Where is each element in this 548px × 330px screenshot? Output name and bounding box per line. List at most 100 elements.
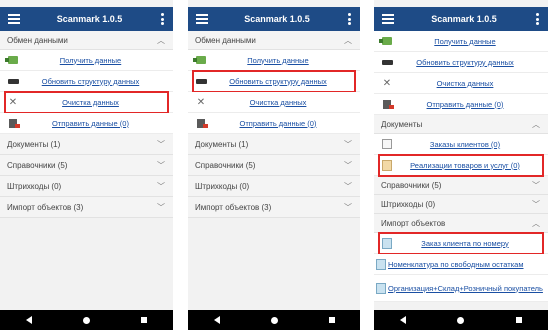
home-icon[interactable] <box>82 316 90 324</box>
more-options-icon[interactable] <box>346 12 352 27</box>
more-options-icon[interactable] <box>159 12 165 27</box>
section-import[interactable]: Импорт объектов ︿ <box>374 214 548 233</box>
home-icon[interactable] <box>457 316 465 324</box>
update-structure-item[interactable]: Обновить структуру данных <box>188 70 360 93</box>
section-title: Справочники (5) <box>7 160 68 170</box>
app-title: Scanmark 1.0.5 <box>431 14 497 24</box>
clear-data-item[interactable]: ✕ Очистка данных <box>0 91 173 114</box>
nomenclature-item[interactable]: Номенклатура по свободным остаткам <box>374 254 548 275</box>
send-data-link[interactable]: Отправить данные (0) <box>400 100 548 109</box>
system-nav-bar <box>188 310 360 330</box>
upload-icon <box>188 118 214 128</box>
app-title: Scanmark 1.0.5 <box>244 14 310 24</box>
get-data-link[interactable]: Получить данные <box>400 37 548 46</box>
section-exchange[interactable]: Обмен данными ︿ <box>0 31 173 50</box>
section-title: Справочники (5) <box>381 180 442 190</box>
update-structure-link[interactable]: Обновить структуру данных <box>26 77 173 86</box>
update-structure-link[interactable]: Обновить структуру данных <box>400 58 548 67</box>
section-references[interactable]: Справочники (5) ﹀ <box>188 155 360 176</box>
chevron-down-icon: ﹀ <box>344 202 352 212</box>
close-icon: ✕ <box>8 96 18 108</box>
chevron-down-icon: ﹀ <box>157 181 165 191</box>
section-import[interactable]: Импорт объектов (3) ﹀ <box>188 197 360 218</box>
system-nav-bar <box>0 310 173 330</box>
back-icon[interactable] <box>399 316 406 324</box>
main-content: Обмен данными ︿ Получить данные Обновить… <box>188 31 360 310</box>
clear-data-item[interactable]: ✕ Очистка данных <box>188 92 360 113</box>
upload-icon <box>374 99 400 109</box>
section-title: Обмен данными <box>7 35 68 45</box>
sales-item[interactable]: Реализации товаров и услуг (0) <box>374 154 548 177</box>
chevron-up-icon: ︿ <box>532 218 540 228</box>
close-icon: ✕ <box>382 77 392 89</box>
send-data-item[interactable]: Отправить данные (0) <box>188 113 360 134</box>
menu-icon[interactable] <box>382 12 394 27</box>
organization-link[interactable]: Организация+Склад+Розничный покупатель <box>388 284 548 293</box>
recent-apps-icon[interactable] <box>141 317 148 323</box>
send-data-link[interactable]: Отправить данные (0) <box>26 119 173 128</box>
back-icon[interactable] <box>213 316 220 324</box>
clear-data-item[interactable]: ✕ Очистка данных <box>374 73 548 94</box>
section-barcodes[interactable]: Штрихкоды (0) ﹀ <box>0 176 173 197</box>
phone-screen-3: Scanmark 1.0.5 Получить данные Обновить … <box>374 0 548 330</box>
customer-orders-link[interactable]: Заказы клиентов (0) <box>400 140 548 149</box>
section-barcodes[interactable]: Штрихкоды (0) ﹀ <box>188 176 360 197</box>
home-icon[interactable] <box>270 316 278 324</box>
section-documents[interactable]: Документы (1) ﹀ <box>0 134 173 155</box>
section-import[interactable]: Импорт объектов (3) ﹀ <box>0 197 173 218</box>
menu-icon[interactable] <box>8 12 20 27</box>
clear-data-link[interactable]: Очистка данных <box>400 79 548 88</box>
order-by-number-item[interactable]: Заказ клиента по номеру <box>374 232 548 255</box>
section-documents[interactable]: Документы (1) ﹀ <box>188 134 360 155</box>
section-title: Обмен данными <box>195 35 256 45</box>
chevron-down-icon: ﹀ <box>532 199 540 209</box>
section-documents[interactable]: Документы ︿ <box>374 115 548 134</box>
update-structure-link[interactable]: Обновить структуру данных <box>214 77 360 86</box>
app-bar: Scanmark 1.0.5 <box>0 7 173 31</box>
get-data-link[interactable]: Получить данные <box>26 56 173 65</box>
section-barcodes[interactable]: Штрихкоды (0) ﹀ <box>374 195 548 214</box>
recent-apps-icon[interactable] <box>328 317 335 323</box>
nomenclature-link[interactable]: Номенклатура по свободным остаткам <box>388 260 548 269</box>
order-by-number-link[interactable]: Заказ клиента по номеру <box>400 239 548 248</box>
chevron-up-icon: ︿ <box>532 119 540 129</box>
chevron-down-icon: ﹀ <box>157 160 165 170</box>
update-structure-item[interactable]: Обновить структуру данных <box>374 52 548 73</box>
organization-item[interactable]: Организация+Склад+Розничный покупатель <box>374 275 548 302</box>
chevron-down-icon: ﹀ <box>344 139 352 149</box>
clear-data-link[interactable]: Очистка данных <box>214 98 360 107</box>
document-icon <box>374 258 388 270</box>
app-bar: Scanmark 1.0.5 <box>188 7 360 31</box>
document-icon <box>374 282 388 294</box>
section-title: Штрихкоды (0) <box>195 181 250 191</box>
truck-icon <box>188 78 214 84</box>
section-title: Документы <box>381 119 423 129</box>
recent-apps-icon[interactable] <box>516 317 523 323</box>
truck-icon <box>0 78 26 84</box>
send-data-item[interactable]: Отправить данные (0) <box>0 113 173 134</box>
get-data-item[interactable]: Получить данные <box>374 31 548 52</box>
send-data-item[interactable]: Отправить данные (0) <box>374 94 548 115</box>
chevron-down-icon: ﹀ <box>157 139 165 149</box>
send-data-link[interactable]: Отправить данные (0) <box>214 119 360 128</box>
get-data-item[interactable]: Получить данные <box>188 50 360 71</box>
download-icon <box>374 37 400 45</box>
sales-link[interactable]: Реализации товаров и услуг (0) <box>400 161 548 170</box>
more-options-icon[interactable] <box>534 12 540 27</box>
section-title: Справочники (5) <box>195 160 256 170</box>
system-nav-bar <box>374 310 548 330</box>
section-references[interactable]: Справочники (5) ﹀ <box>0 155 173 176</box>
get-data-link[interactable]: Получить данные <box>214 56 360 65</box>
get-data-item[interactable]: Получить данные <box>0 50 173 71</box>
customer-orders-item[interactable]: Заказы клиентов (0) <box>374 134 548 155</box>
section-references[interactable]: Справочники (5) ﹀ <box>374 176 548 195</box>
menu-icon[interactable] <box>196 12 208 27</box>
section-title: Штрихкоды (0) <box>381 199 436 209</box>
clear-data-link[interactable]: Очистка данных <box>26 98 173 107</box>
update-structure-item[interactable]: Обновить структуру данных <box>0 71 173 92</box>
back-icon[interactable] <box>25 316 32 324</box>
close-icon: ✕ <box>196 96 206 108</box>
section-exchange[interactable]: Обмен данными ︿ <box>188 31 360 50</box>
download-icon <box>0 56 26 64</box>
section-title: Документы (1) <box>7 139 61 149</box>
